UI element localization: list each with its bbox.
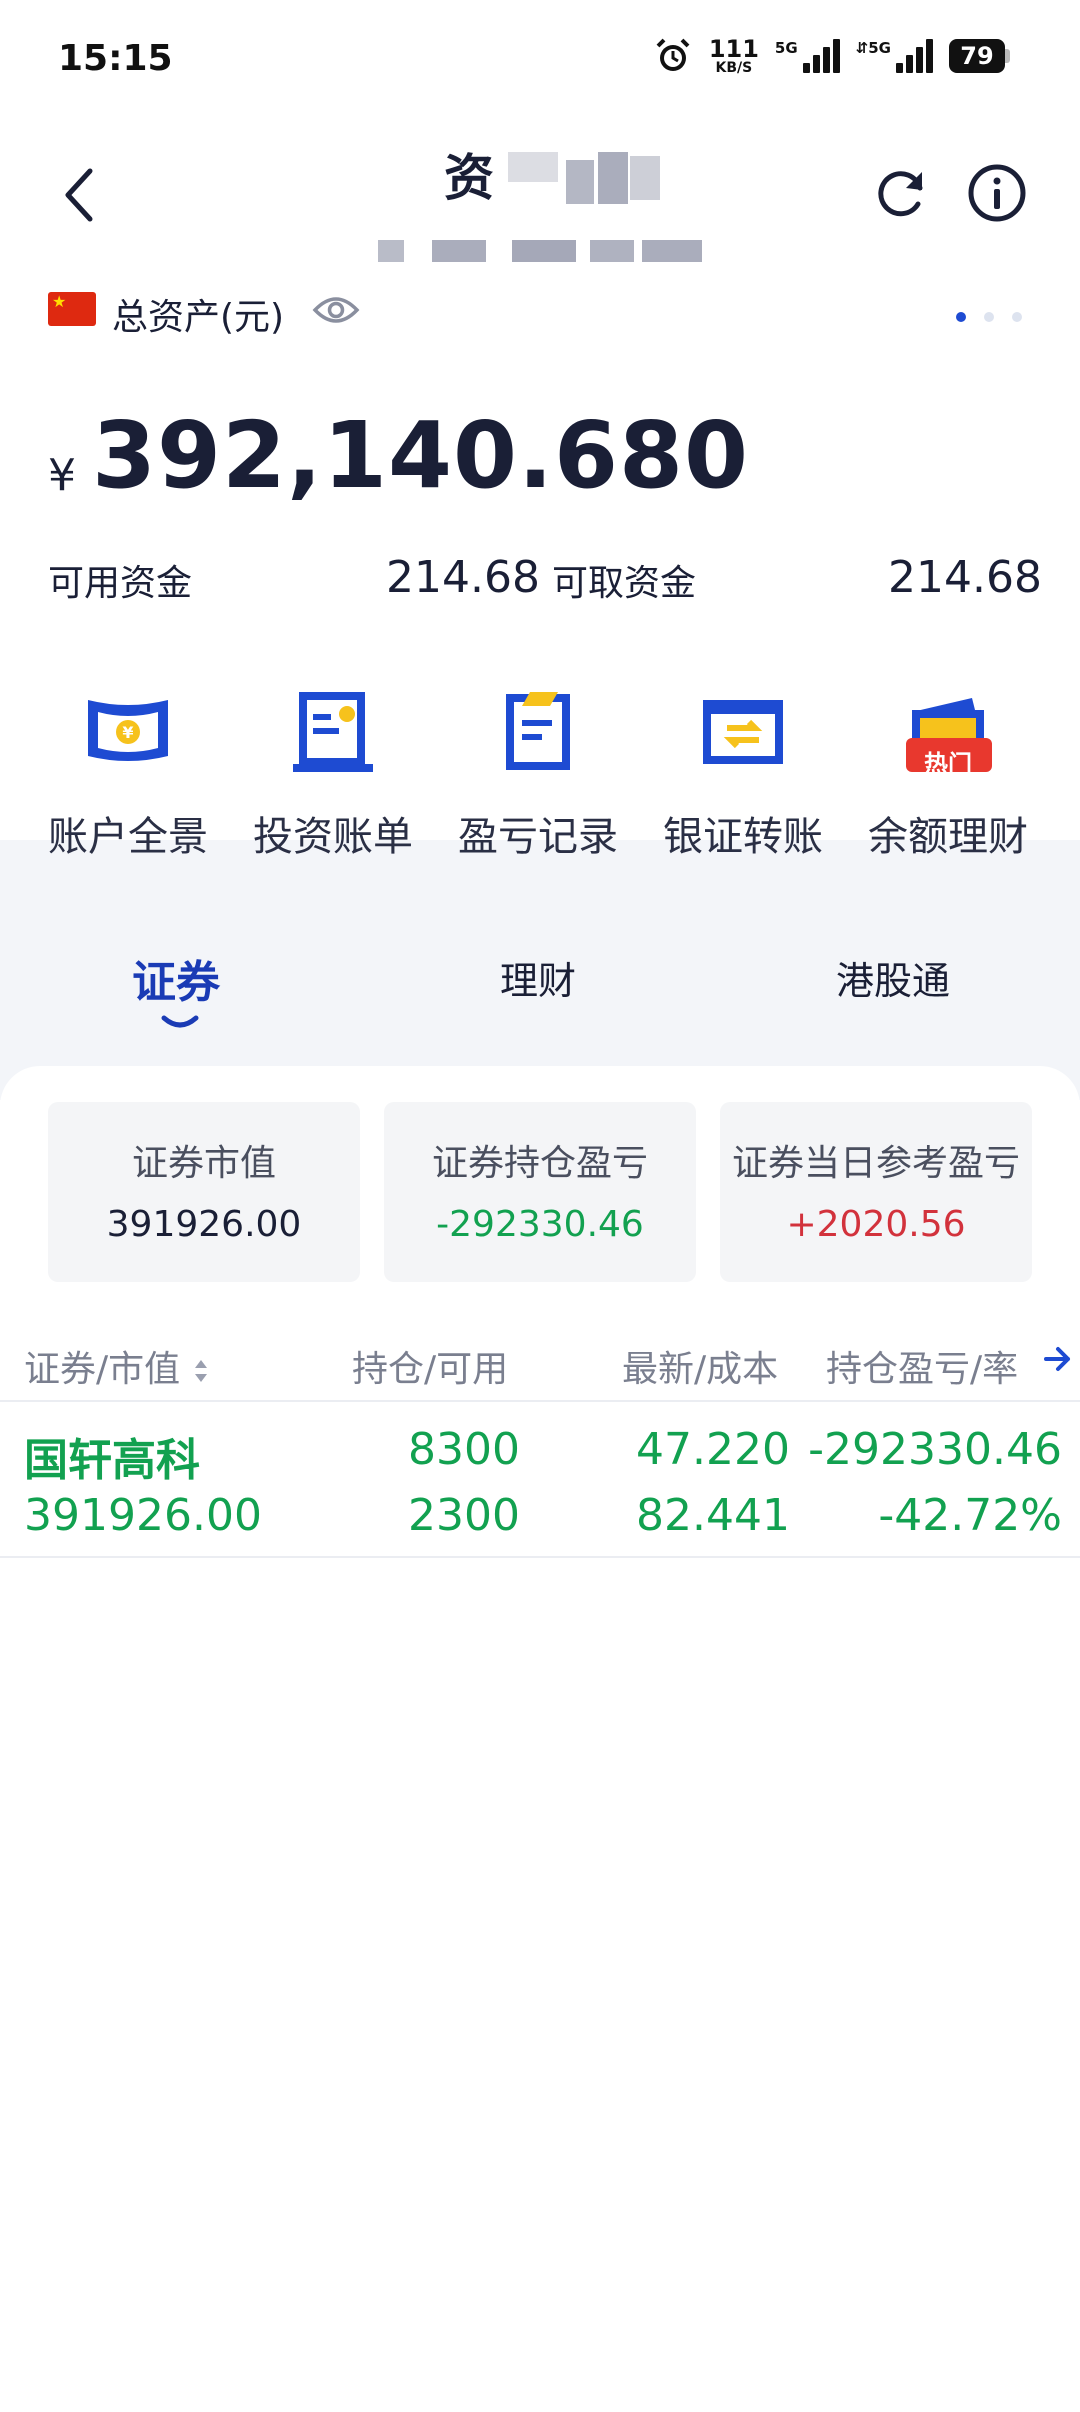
redacted-subtitle-mosaic	[590, 240, 634, 262]
network-speed-unit: KB/S	[715, 60, 753, 76]
available-funds-value: 214.68	[386, 552, 540, 603]
china-flag-icon: ★	[48, 292, 96, 326]
stock-available: 2300	[408, 1490, 520, 1541]
withdrawable-funds-label: 可取资金	[552, 563, 697, 604]
balance-wealth-label: 余额理财	[868, 814, 1028, 860]
page-dot	[984, 312, 994, 322]
available-funds-label: 可用资金	[48, 563, 193, 604]
stock-name: 国轩高科	[24, 1435, 200, 1486]
redacted-subtitle-mosaic	[642, 240, 702, 262]
card-market-value: 证券市值 391926.00	[48, 1102, 360, 1282]
battery-level: 79	[949, 39, 1005, 73]
account-overview-icon: ¥	[88, 700, 168, 761]
col-header-pnl: 持仓盈亏/率	[826, 1349, 1019, 1390]
network-speed-value: 111	[708, 35, 759, 63]
sim1-signal-icon: 5G	[775, 39, 840, 73]
stock-cost-price: 82.441	[636, 1490, 790, 1541]
card-daily-pnl: 证券当日参考盈亏 +2020.56	[720, 1102, 1032, 1282]
bank-transfer-icon	[703, 700, 783, 764]
sort-icon	[194, 1360, 207, 1382]
col-header-position: 持仓/可用	[352, 1349, 509, 1390]
page-dot	[956, 312, 966, 322]
card-value: +2020.56	[786, 1204, 966, 1245]
battery-icon: 79	[949, 39, 1010, 73]
sim1-label: 5G	[774, 39, 798, 57]
page-title: 资	[378, 138, 720, 268]
info-icon	[968, 164, 1026, 222]
stock-pnl-rate: -42.72%	[878, 1490, 1062, 1541]
stock-position: 8300	[408, 1424, 520, 1475]
tab-active-indicator	[161, 1015, 199, 1028]
card-position-pnl: 证券持仓盈亏 -292330.46	[384, 1102, 696, 1282]
sim2-signal-icon: ⇵5G	[856, 39, 933, 73]
redacted-subtitle-mosaic	[378, 240, 404, 262]
redacted-subtitle-mosaic	[512, 240, 576, 262]
info-button[interactable]	[966, 162, 1028, 224]
investment-statement-icon	[293, 692, 373, 772]
chevron-left-icon	[65, 168, 93, 222]
total-assets-label: 总资产(元)	[112, 297, 285, 338]
bank-transfer-button[interactable]: 银证转账	[643, 684, 843, 864]
col-header-security[interactable]: 证券/市值	[24, 1340, 210, 1392]
balance-wealth-button[interactable]: 热门 余额理财	[848, 684, 1048, 864]
redacted-title-mosaic	[598, 152, 628, 204]
page-title-text: 资	[444, 149, 494, 207]
alarm-icon	[656, 38, 690, 71]
eye-icon[interactable]	[312, 290, 360, 330]
table-row[interactable]: 国轩高科 391926.00 8300 2300 47.220 82.441 -…	[0, 1402, 1080, 1556]
refresh-icon	[878, 171, 923, 217]
tab-hk-connect[interactable]: 港股通	[836, 950, 950, 1005]
refresh-button[interactable]	[872, 162, 932, 222]
pnl-record-label: 盈亏记录	[458, 814, 618, 860]
stock-pnl: -292330.46	[808, 1424, 1062, 1475]
svg-text:¥: ¥	[122, 723, 133, 742]
tab-securities[interactable]: 证券	[132, 946, 220, 1010]
redacted-title-mosaic	[566, 160, 594, 204]
investment-statement-button[interactable]: 投资账单	[233, 684, 433, 864]
redacted-subtitle-mosaic	[432, 240, 486, 262]
status-bar: 15:15 111 KB/S 5G ⇵5G 79	[0, 0, 1080, 120]
card-title: 证券持仓盈亏	[431, 1143, 648, 1184]
currency-symbol: ¥	[48, 450, 76, 501]
pnl-record-icon	[506, 692, 570, 770]
redacted-title-mosaic	[508, 152, 558, 182]
status-time: 15:15	[58, 38, 173, 79]
status-icons: 111 KB/S 5G ⇵5G 79	[653, 36, 1010, 76]
stock-market-value: 391926.00	[24, 1490, 262, 1541]
investment-statement-label: 投资账单	[253, 814, 413, 860]
app-header: 资	[0, 130, 1080, 270]
tab-wealth[interactable]: 理财	[500, 950, 576, 1005]
page-dot	[1012, 312, 1022, 322]
card-value: 391926.00	[106, 1204, 302, 1245]
redacted-title-mosaic	[630, 156, 660, 200]
bank-transfer-label: 银证转账	[663, 814, 823, 860]
account-overview-button[interactable]: ¥ 账户全景	[28, 684, 228, 864]
hot-badge: 热门	[924, 750, 972, 778]
total-assets-value: 392,140.680	[92, 402, 750, 509]
col-header-price: 最新/成本	[622, 1349, 779, 1390]
card-title: 证券当日参考盈亏	[731, 1143, 1020, 1184]
withdrawable-funds-value: 214.68	[888, 552, 1042, 603]
sim2-label: ⇵5G	[855, 39, 891, 57]
stock-latest-price: 47.220	[636, 1424, 790, 1475]
card-value: -292330.46	[436, 1204, 644, 1245]
account-overview-label: 账户全景	[48, 814, 208, 860]
network-speed: 111 KB/S	[709, 37, 759, 75]
back-button[interactable]	[54, 160, 104, 230]
card-title: 证券市值	[131, 1143, 276, 1184]
pnl-record-button[interactable]: 盈亏记录	[438, 684, 638, 864]
row-divider	[0, 1556, 1080, 1558]
scroll-right-icon[interactable]	[1042, 1346, 1072, 1372]
page-indicator	[956, 312, 1022, 322]
